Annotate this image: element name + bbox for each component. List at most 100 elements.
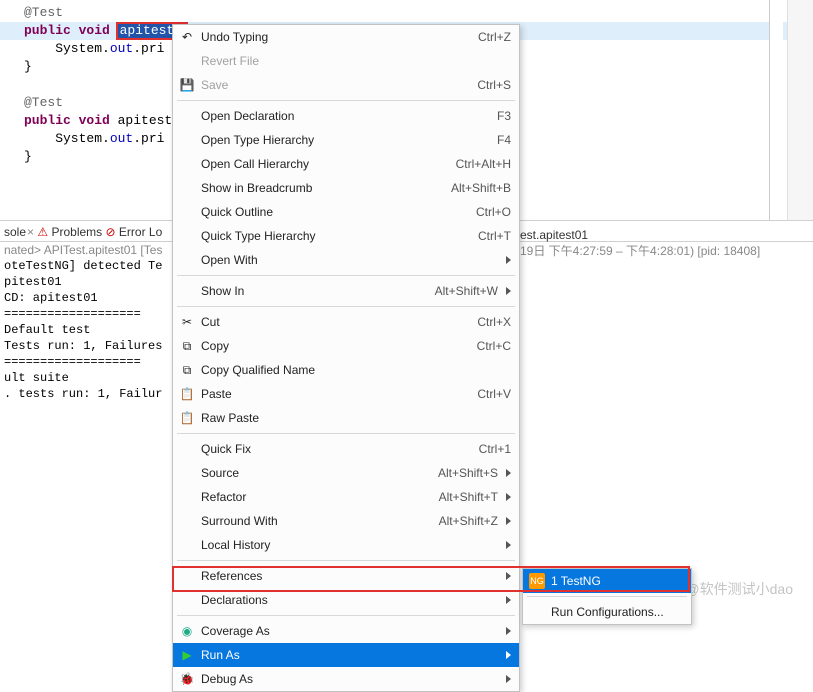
menu-label: Open With — [201, 253, 498, 267]
tab-errorlog[interactable]: Error Lo — [119, 225, 162, 239]
menu-label: Revert File — [201, 54, 511, 68]
chevron-right-icon — [506, 469, 511, 477]
menu-raw-paste[interactable]: 📋 Raw Paste — [173, 406, 519, 430]
menu-separator — [177, 100, 515, 101]
menu-label: Run As — [201, 648, 498, 662]
menu-open-type-hierarchy[interactable]: Open Type Hierarchy F4 — [173, 128, 519, 152]
menu-show-in[interactable]: Show In Alt+Shift+W — [173, 279, 519, 303]
chevron-right-icon — [506, 493, 511, 501]
menu-label: Quick Type Hierarchy — [201, 229, 478, 243]
menu-shortcut: Alt+Shift+T — [439, 490, 498, 504]
menu-copy-qualified-name[interactable]: ⧉ Copy Qualified Name — [173, 358, 519, 382]
chevron-right-icon — [506, 675, 511, 683]
menu-shortcut: Ctrl+Z — [478, 30, 511, 44]
errorlog-icon: ⊘ — [106, 225, 116, 239]
paste-icon: 📋 — [179, 386, 195, 402]
menu-surround-with[interactable]: Surround With Alt+Shift+Z — [173, 509, 519, 533]
menu-label: Debug As — [201, 672, 498, 686]
menu-separator — [177, 560, 515, 561]
menu-label: Open Type Hierarchy — [201, 133, 497, 147]
code-text: .pri — [133, 41, 164, 56]
menu-shortcut: Alt+Shift+Z — [439, 514, 498, 528]
menu-quick-fix[interactable]: Quick Fix Ctrl+1 — [173, 437, 519, 461]
tab-problems[interactable]: Problems — [51, 225, 102, 239]
menu-declarations[interactable]: Declarations — [173, 588, 519, 612]
menu-label: Paste — [201, 387, 477, 401]
submenu-testng[interactable]: NG 1 TestNG — [523, 569, 691, 593]
annotation: @Test — [24, 5, 63, 20]
chevron-right-icon — [506, 651, 511, 659]
testng-icon: NG — [529, 573, 545, 589]
menu-shortcut: Ctrl+X — [477, 315, 511, 329]
menu-cut[interactable]: ✂ Cut Ctrl+X — [173, 310, 519, 334]
menu-label: References — [201, 569, 498, 583]
coverage-icon: ◉ — [179, 623, 195, 639]
menu-label: Quick Outline — [201, 205, 476, 219]
menu-references[interactable]: References — [173, 564, 519, 588]
menu-open-with[interactable]: Open With — [173, 248, 519, 272]
menu-label: Refactor — [201, 490, 439, 504]
menu-label: Copy Qualified Name — [201, 363, 511, 377]
menu-label: 1 TestNG — [551, 574, 683, 588]
code-text: System. — [24, 131, 110, 146]
overview-ruler — [769, 0, 783, 220]
menu-coverage-as[interactable]: ◉ Coverage As — [173, 619, 519, 643]
menu-separator — [177, 275, 515, 276]
annotation: @Test — [24, 95, 63, 110]
chevron-right-icon — [506, 572, 511, 580]
menu-label: Copy — [201, 339, 477, 353]
menu-separator — [527, 596, 687, 597]
chevron-right-icon — [506, 541, 511, 549]
menu-open-declaration[interactable]: Open Declaration F3 — [173, 104, 519, 128]
menu-label: Open Declaration — [201, 109, 497, 123]
launch-title: est.apitest01 — [520, 228, 760, 242]
menu-local-history[interactable]: Local History — [173, 533, 519, 557]
keyword: public void — [24, 113, 118, 128]
minimap — [787, 0, 813, 220]
menu-shortcut: Alt+Shift+W — [435, 284, 498, 298]
menu-shortcut: Ctrl+T — [478, 229, 511, 243]
menu-breadcrumb[interactable]: Show in Breadcrumb Alt+Shift+B — [173, 176, 519, 200]
menu-open-call-hierarchy[interactable]: Open Call Hierarchy Ctrl+Alt+H — [173, 152, 519, 176]
menu-quick-type-hierarchy[interactable]: Quick Type Hierarchy Ctrl+T — [173, 224, 519, 248]
menu-label: Surround With — [201, 514, 439, 528]
code-text: System. — [24, 41, 110, 56]
menu-label: Undo Typing — [201, 30, 478, 44]
submenu-run-configurations[interactable]: Run Configurations... — [523, 600, 691, 624]
launch-desc: 19日 下午4:27:59 – 下午4:28:01) [pid: 18408] — [520, 242, 760, 259]
context-menu[interactable]: ↶ Undo Typing Ctrl+Z Revert File 💾 Save … — [172, 24, 520, 692]
copy-icon: ⧉ — [179, 362, 195, 378]
menu-source[interactable]: Source Alt+Shift+S — [173, 461, 519, 485]
code-text: .pri — [133, 131, 164, 146]
chevron-right-icon — [506, 256, 511, 264]
menu-shortcut: Alt+Shift+S — [438, 466, 498, 480]
menu-label: Open Call Hierarchy — [201, 157, 456, 171]
field-ref: out — [110, 131, 133, 146]
menu-shortcut: Ctrl+S — [477, 78, 511, 92]
copy-icon: ⧉ — [179, 338, 195, 354]
menu-shortcut: Ctrl+V — [477, 387, 511, 401]
runas-submenu[interactable]: NG 1 TestNG Run Configurations... — [522, 568, 692, 625]
chevron-right-icon — [506, 627, 511, 635]
menu-paste[interactable]: 📋 Paste Ctrl+V — [173, 382, 519, 406]
menu-label: Cut — [201, 315, 477, 329]
menu-refactor[interactable]: Refactor Alt+Shift+T — [173, 485, 519, 509]
menu-run-as[interactable]: ▶ Run As — [173, 643, 519, 667]
menu-label: Local History — [201, 538, 498, 552]
menu-quick-outline[interactable]: Quick Outline Ctrl+O — [173, 200, 519, 224]
chevron-right-icon — [506, 517, 511, 525]
menu-label: Save — [201, 78, 477, 92]
close-icon[interactable]: × — [27, 225, 34, 239]
menu-undo[interactable]: ↶ Undo Typing Ctrl+Z — [173, 25, 519, 49]
menu-label: Source — [201, 466, 438, 480]
menu-debug-as[interactable]: 🐞 Debug As — [173, 667, 519, 691]
menu-shortcut: F4 — [497, 133, 511, 147]
menu-separator — [177, 615, 515, 616]
menu-revert: Revert File — [173, 49, 519, 73]
paste-icon: 📋 — [179, 410, 195, 426]
menu-shortcut: Ctrl+O — [476, 205, 511, 219]
problems-icon: ⚠ — [37, 225, 48, 239]
undo-icon: ↶ — [179, 29, 195, 45]
menu-copy[interactable]: ⧉ Copy Ctrl+C — [173, 334, 519, 358]
tab-console[interactable]: sole — [4, 225, 26, 239]
